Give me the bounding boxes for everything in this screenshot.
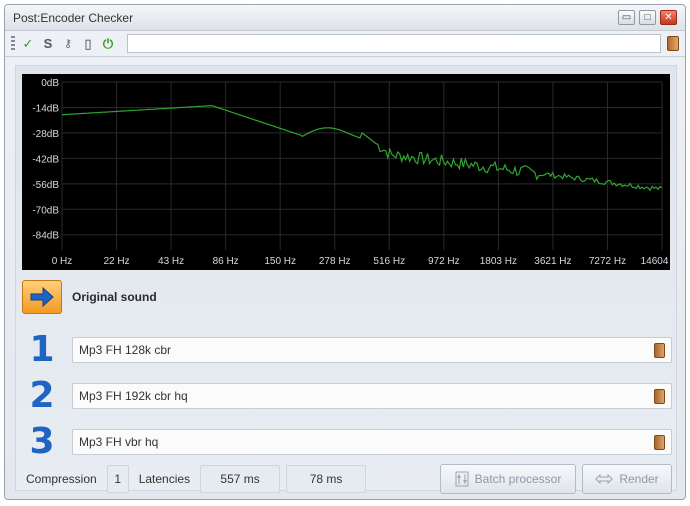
maximize-button[interactable]: □ [639,10,656,25]
render-button[interactable]: Render [582,464,672,494]
original-sound-row: Original sound [22,280,672,314]
spectrum-x-tick: 972 Hz [428,256,460,267]
spectrum-x-tick: 22 Hz [103,256,129,267]
close-button[interactable]: ✕ [660,10,677,25]
original-sound-button[interactable] [22,280,62,314]
codec-value-2: Mp3 FH 192k cbr hq [79,389,188,403]
render-icon [595,473,614,485]
spectrum-x-tick: 86 Hz [213,256,239,267]
toolbar-grip-icon[interactable] [11,35,15,52]
codec-number-1[interactable]: 1 [22,332,62,368]
window-controls: ▭ □ ✕ [618,10,677,25]
spectrum-x-tick: 0 Hz [52,256,73,267]
spectrum-y-tick: -28dB [32,129,59,140]
window-title: Post:Encoder Checker [13,10,134,25]
bracket-icon[interactable]: ▯ [81,36,95,52]
spectrum-display: 0dB -14dB -28dB -42dB -56dB -70dB -84dB 0 Hz 22 … [22,74,670,270]
spectrum-x-tick: 43 Hz [158,256,184,267]
codec-row-1: 1 Mp3 FH 128k cbr [22,332,672,368]
sliders-icon [455,471,469,487]
spectrum-x-tick: 150 Hz [264,256,296,267]
spectrum-x-tick: 3621 Hz [534,256,571,267]
spectrum-x-tick: 14604 Hz [641,256,670,267]
latencies-label: Latencies [138,472,191,486]
batch-processor-button[interactable]: Batch processor [440,464,576,494]
spectrum-y-tick: -70dB [32,205,59,216]
batch-processor-label: Batch processor [474,472,562,486]
spectrum-y-tick: -42dB [32,154,59,165]
encoder-checker-window: Post:Encoder Checker ▭ □ ✕ ✓ S ⚷ ▯ ⏻ 0dB… [4,4,686,500]
path-input[interactable] [127,34,661,53]
status-bar: Compression 1 Latencies 557 ms 78 ms Bat… [22,464,672,494]
title-bar: Post:Encoder Checker ▭ □ ✕ [5,5,685,31]
spectrum-y-tick: -14dB [32,103,59,114]
spectrum-trace [61,105,663,192]
compression-value: 1 [106,465,129,493]
codec-field-2[interactable]: Mp3 FH 192k cbr hq [72,383,672,409]
codec-row-2: 2 Mp3 FH 192k cbr hq [22,378,672,414]
codec-number-3[interactable]: 3 [22,424,62,460]
codec-value-3: Mp3 FH vbr hq [79,435,159,449]
codec-field-3[interactable]: Mp3 FH vbr hq [72,429,672,455]
original-sound-label: Original sound [72,290,157,304]
book-icon[interactable] [654,342,665,358]
spectrum-x-tick: 1803 Hz [480,256,517,267]
book-icon[interactable] [654,388,665,404]
render-label: Render [619,472,659,486]
codec-field-1[interactable]: Mp3 FH 128k cbr [72,337,672,363]
s-icon[interactable]: S [41,36,55,52]
key-icon[interactable]: ⚷ [61,36,75,52]
latency-value-2: 78 ms [286,465,367,493]
compression-label: Compression [26,472,97,486]
latency-value-1: 557 ms [200,465,281,493]
spectrum-chart: 0dB -14dB -28dB -42dB -56dB -70dB -84dB 0 Hz 22 … [32,78,670,267]
spectrum-y-tick: 0dB [41,78,59,89]
spectrum-y-tick: -56dB [32,180,59,191]
main-panel: 0dB -14dB -28dB -42dB -56dB -70dB -84dB 0 Hz 22 … [15,65,677,494]
book-icon[interactable] [667,36,679,51]
spectrum-y-tick: -84dB [32,231,59,242]
spectrum-x-tick: 278 Hz [319,256,351,267]
minimize-button[interactable]: ▭ [618,10,635,25]
book-icon[interactable] [654,434,665,450]
toolbar: ✓ S ⚷ ▯ ⏻ [5,31,685,57]
checkmark-icon[interactable]: ✓ [21,36,35,52]
power-icon[interactable]: ⏻ [101,36,115,52]
spectrum-x-tick: 516 Hz [373,256,405,267]
spectrum-x-tick: 7272 Hz [589,256,626,267]
codec-value-1: Mp3 FH 128k cbr [79,343,172,357]
codec-row-3: 3 Mp3 FH vbr hq [22,424,672,460]
codec-number-2[interactable]: 2 [22,378,62,414]
arrow-right-icon [30,286,54,308]
